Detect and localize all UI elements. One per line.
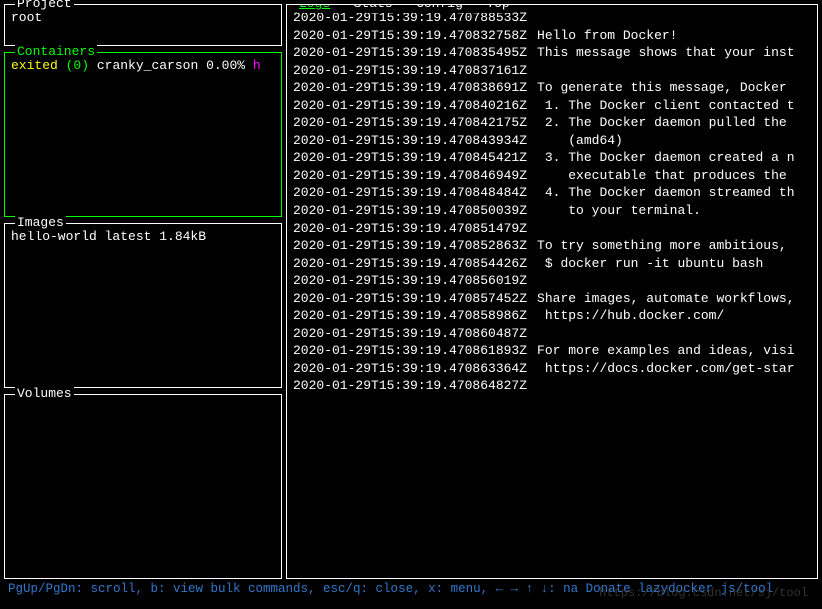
log-message: $ docker run -it ubuntu bash (527, 255, 763, 273)
project-title: Project (15, 0, 74, 13)
tab-sep: - (338, 4, 354, 11)
log-message: 1. The Docker client contacted t (527, 97, 794, 115)
log-timestamp: 2020-01-29T15:39:19.470864827Z (293, 377, 527, 395)
log-line: 2020-01-29T15:39:19.470863364Z https://d… (293, 360, 811, 378)
log-message: (amd64) (527, 132, 623, 150)
log-line: 2020-01-29T15:39:19.470832758ZHello from… (293, 27, 811, 45)
log-message: https://docs.docker.com/get-star (527, 360, 794, 378)
log-timestamp: 2020-01-29T15:39:19.470857452Z (293, 290, 527, 308)
log-timestamp: 2020-01-29T15:39:19.470856019Z (293, 272, 527, 290)
log-message (527, 9, 537, 27)
images-title: Images (15, 214, 66, 232)
images-panel[interactable]: Images hello-world latest 1.84kB (4, 223, 282, 388)
log-message: to your terminal. (527, 202, 701, 220)
log-line: 2020-01-29T15:39:19.470842175Z 2. The Do… (293, 114, 811, 132)
log-message: To try something more ambitious, (527, 237, 787, 255)
log-message (527, 377, 537, 395)
tab-config[interactable]: Config (416, 4, 463, 11)
log-line: 2020-01-29T15:39:19.470858986Z https://h… (293, 307, 811, 325)
log-timestamp: 2020-01-29T15:39:19.470840216Z (293, 97, 527, 115)
log-message: 3. The Docker daemon created a n (527, 149, 794, 167)
log-timestamp: 2020-01-29T15:39:19.470837161Z (293, 62, 527, 80)
volumes-title: Volumes (15, 385, 74, 403)
log-line: 2020-01-29T15:39:19.470848484Z 4. The Do… (293, 184, 811, 202)
log-line: 2020-01-29T15:39:19.470840216Z 1. The Do… (293, 97, 811, 115)
log-line: 2020-01-29T15:39:19.470851479Z (293, 220, 811, 238)
log-line: 2020-01-29T15:39:19.470850039Z to your t… (293, 202, 811, 220)
tab-top[interactable]: Top (486, 4, 509, 11)
tab-stats[interactable]: Stats (354, 4, 393, 11)
log-timestamp: 2020-01-29T15:39:19.470860487Z (293, 325, 527, 343)
log-timestamp: 2020-01-29T15:39:19.470843934Z (293, 132, 527, 150)
log-line: 2020-01-29T15:39:19.470845421Z 3. The Do… (293, 149, 811, 167)
log-timestamp: 2020-01-29T15:39:19.470832758Z (293, 27, 527, 45)
log-line: 2020-01-29T15:39:19.470837161Z (293, 62, 811, 80)
log-message (527, 272, 537, 290)
containers-panel[interactable]: Containers exited (0) cranky_carson 0.00… (4, 52, 282, 217)
tab-sep: - (400, 4, 416, 11)
log-timestamp: 2020-01-29T15:39:19.470851479Z (293, 220, 527, 238)
log-line: 2020-01-29T15:39:19.470860487Z (293, 325, 811, 343)
log-timestamp: 2020-01-29T15:39:19.470838691Z (293, 79, 527, 97)
project-panel[interactable]: Project root (4, 4, 282, 46)
log-timestamp: 2020-01-29T15:39:19.470854426Z (293, 255, 527, 273)
log-message: This message shows that your inst (527, 44, 794, 62)
log-message: executable that produces the (527, 167, 787, 185)
tab-sep: - (471, 4, 487, 11)
container-image-initial: h (253, 58, 261, 73)
watermark: https://blog.csdn.net/sj/tool (599, 585, 808, 601)
log-line: 2020-01-29T15:39:19.470854426Z $ docker … (293, 255, 811, 273)
volumes-panel[interactable]: Volumes (4, 394, 282, 579)
log-line: 2020-01-29T15:39:19.470856019Z (293, 272, 811, 290)
log-line: 2020-01-29T15:39:19.470843934Z (amd64) (293, 132, 811, 150)
log-message (527, 325, 537, 343)
log-line: 2020-01-29T15:39:19.470857452ZShare imag… (293, 290, 811, 308)
log-timestamp: 2020-01-29T15:39:19.470858986Z (293, 307, 527, 325)
tab-logs[interactable]: Logs (299, 4, 330, 11)
logs-panel[interactable]: Logs - Stats - Config - Top 2020-01-29T1… (286, 4, 818, 579)
log-message (527, 62, 537, 80)
log-message: 4. The Docker daemon streamed th (527, 184, 794, 202)
log-message: https://hub.docker.com/ (527, 307, 724, 325)
log-message: For more examples and ideas, visi (527, 342, 794, 360)
log-timestamp: 2020-01-29T15:39:19.470852863Z (293, 237, 527, 255)
log-message: To generate this message, Docker (527, 79, 787, 97)
log-message (527, 220, 537, 238)
log-timestamp: 2020-01-29T15:39:19.470846949Z (293, 167, 527, 185)
log-timestamp: 2020-01-29T15:39:19.470845421Z (293, 149, 527, 167)
log-timestamp: 2020-01-29T15:39:19.470863364Z (293, 360, 527, 378)
log-line: 2020-01-29T15:39:19.470838691ZTo generat… (293, 79, 811, 97)
log-message: 2. The Docker daemon pulled the (527, 114, 787, 132)
log-message: Hello from Docker! (527, 27, 677, 45)
log-line: 2020-01-29T15:39:19.470835495ZThis messa… (293, 44, 811, 62)
log-line: 2020-01-29T15:39:19.470846949Z executabl… (293, 167, 811, 185)
log-timestamp: 2020-01-29T15:39:19.470850039Z (293, 202, 527, 220)
log-message: Share images, automate workflows, (527, 290, 794, 308)
log-line: 2020-01-29T15:39:19.470864827Z (293, 377, 811, 395)
log-timestamp: 2020-01-29T15:39:19.470842175Z (293, 114, 527, 132)
log-timestamp: 2020-01-29T15:39:19.470861893Z (293, 342, 527, 360)
log-output[interactable]: 2020-01-29T15:39:19.470788533Z2020-01-29… (293, 9, 811, 395)
container-name[interactable]: cranky_carson (97, 58, 198, 73)
containers-title: Containers (15, 43, 97, 61)
log-timestamp: 2020-01-29T15:39:19.470848484Z (293, 184, 527, 202)
log-timestamp: 2020-01-29T15:39:19.470835495Z (293, 44, 527, 62)
container-cpu: 0.00% (206, 58, 245, 73)
log-line: 2020-01-29T15:39:19.470852863ZTo try som… (293, 237, 811, 255)
log-line: 2020-01-29T15:39:19.470861893ZFor more e… (293, 342, 811, 360)
